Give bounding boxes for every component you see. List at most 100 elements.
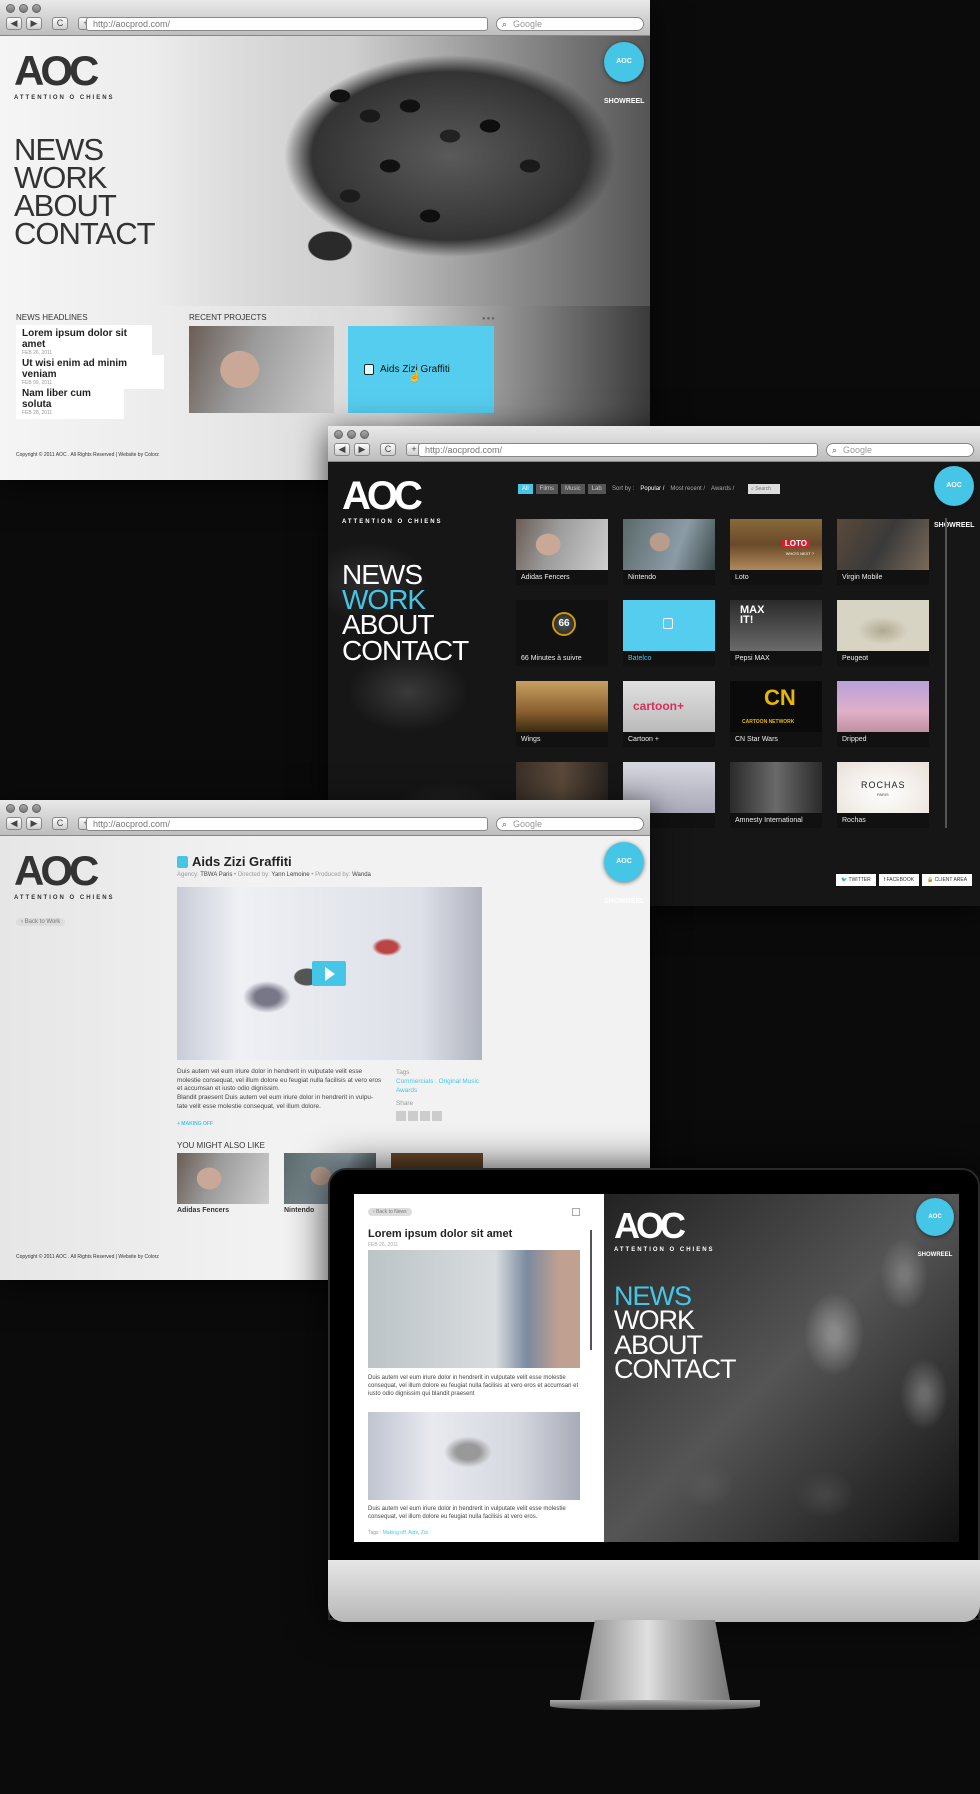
menu-contact[interactable]: CONTACT bbox=[14, 218, 156, 249]
imac-display: ‹ Back to News Lorem ipsum dolor sit ame… bbox=[328, 1168, 980, 1622]
work-item-rochas[interactable]: ROCHAS PARIS Rochas bbox=[837, 762, 929, 828]
work-item-adidas[interactable]: Adidas Fencers bbox=[516, 519, 608, 585]
sixsix-logo: 66 bbox=[552, 612, 576, 636]
filter-music[interactable]: Music bbox=[561, 484, 585, 494]
work-item-cn-star-wars[interactable]: CN CARTOON NETWORK CN Star Wars bbox=[730, 681, 822, 747]
news-item[interactable]: Lorem ipsum dolor sit amet FEB 26, 2011 bbox=[16, 325, 152, 359]
also-thumb bbox=[177, 1153, 269, 1204]
article-image-1 bbox=[368, 1250, 580, 1368]
reload-button[interactable]: C bbox=[52, 17, 68, 30]
item-title: Rochas bbox=[837, 813, 929, 828]
also-item[interactable]: Adidas Fencers bbox=[177, 1153, 269, 1214]
article-date: FEB 26, 2011 bbox=[368, 1242, 399, 1248]
back-to-news-link[interactable]: ‹ Back to News bbox=[368, 1208, 412, 1216]
news-heading: NEWS HEADLINES bbox=[16, 313, 88, 322]
forward-button[interactable]: ▶ bbox=[354, 443, 370, 456]
email-icon[interactable] bbox=[432, 1110, 442, 1121]
browser-toolbar: ◀ ▶ C + http://aocprod.com/ Google bbox=[328, 426, 980, 462]
showreel-sticker[interactable]: AOC SHOWREEL bbox=[934, 466, 974, 529]
sort-popular[interactable]: Popular / bbox=[640, 486, 664, 492]
menu-work[interactable]: WORK bbox=[614, 1307, 736, 1334]
desc-para-2: Blandit praesent Duis autem vel eum iriu… bbox=[177, 1093, 374, 1110]
director-label: Directed by: bbox=[237, 872, 270, 878]
window-controls[interactable] bbox=[6, 4, 41, 13]
carousel-dots[interactable]: ●●● bbox=[482, 316, 496, 322]
work-item-cartoon-plus[interactable]: cartoon+ Cartoon + bbox=[623, 681, 715, 747]
tags-label: Tags bbox=[396, 1069, 410, 1076]
work-item-wings[interactable]: Wings bbox=[516, 681, 608, 747]
project-thumb-adidas[interactable] bbox=[189, 326, 334, 413]
showreel-sticker[interactable]: AOC SHOWREEL bbox=[916, 1198, 954, 1258]
news-item[interactable]: Ut wisi enim ad minim veniam FEB 09, 201… bbox=[16, 355, 164, 389]
menu-about[interactable]: ABOUT bbox=[342, 611, 468, 639]
reload-button[interactable]: C bbox=[52, 817, 68, 830]
twitter-icon[interactable] bbox=[396, 1110, 406, 1121]
filter-all[interactable]: All bbox=[518, 484, 533, 494]
search-field[interactable]: Google bbox=[826, 443, 974, 457]
forward-button[interactable]: ▶ bbox=[26, 817, 42, 830]
project-film-icon bbox=[177, 856, 188, 868]
aoc-logo[interactable]: AOC ATTENTION O CHIENS bbox=[614, 1208, 715, 1254]
play-button[interactable] bbox=[312, 961, 346, 986]
loto-sub: WHO'S NEXT ? bbox=[785, 551, 814, 556]
search-field[interactable]: Google bbox=[496, 17, 644, 31]
work-item-peugeot[interactable]: Peugeot bbox=[837, 600, 929, 666]
item-title: Amnesty International bbox=[730, 813, 822, 828]
tags-links-2[interactable]: Awards bbox=[396, 1087, 479, 1096]
work-item-nintendo[interactable]: Nintendo bbox=[623, 519, 715, 585]
project-title: Aids Zizi Graffiti bbox=[192, 854, 292, 869]
logo-mark: AOC bbox=[14, 47, 99, 94]
tags-links[interactable]: Commercials . Original Music bbox=[396, 1078, 479, 1087]
filter-lab[interactable]: Lab bbox=[587, 484, 606, 494]
cartoon-logo: cartoon+ bbox=[633, 699, 685, 713]
cn-logo: CN bbox=[764, 685, 796, 710]
tags-links[interactable]: Making off, Aids, Zizi bbox=[383, 1530, 429, 1536]
work-item-amnesty[interactable]: Amnesty International bbox=[730, 762, 822, 828]
browser-toolbar: ◀ ▶ C + http://aocprod.com/ Google bbox=[0, 0, 650, 36]
address-bar[interactable]: http://aocprod.com/ bbox=[418, 443, 818, 457]
work-item-dripped[interactable]: Dripped bbox=[837, 681, 929, 747]
logo-mark: AOC bbox=[342, 474, 423, 518]
forward-button[interactable]: ▶ bbox=[26, 17, 42, 30]
article-scrollbar[interactable] bbox=[590, 1230, 592, 1350]
aoc-logo[interactable]: AOC ATTENTION O CHIENS bbox=[342, 476, 443, 525]
client-area-button[interactable]: 🔒 CLIENT AREA bbox=[922, 874, 973, 886]
menu-contact[interactable]: CONTACT bbox=[614, 1355, 736, 1382]
sort-awards[interactable]: Awards / bbox=[711, 486, 734, 492]
showreel-sticker[interactable]: AOC SHOWREEL bbox=[604, 842, 644, 905]
work-item-pepsi[interactable]: MAX IT! Pepsi MAX bbox=[730, 600, 822, 666]
work-item-virgin[interactable]: Virgin Mobile bbox=[837, 519, 929, 585]
filter-films[interactable]: Films bbox=[535, 484, 559, 494]
work-search-input[interactable]: ⌕ Search bbox=[748, 484, 780, 494]
search-field[interactable]: Google bbox=[496, 817, 644, 831]
window-controls[interactable] bbox=[6, 804, 41, 813]
back-button[interactable]: ◀ bbox=[334, 443, 350, 456]
sort-recent[interactable]: Most recent / bbox=[670, 486, 705, 492]
back-button[interactable]: ◀ bbox=[6, 817, 22, 830]
project-thumb-aids[interactable]: Aids Zizi Graffiti ☝ bbox=[348, 326, 494, 413]
aoc-logo[interactable]: AOC ATTENTION O CHIENS bbox=[14, 47, 115, 102]
address-bar[interactable]: http://aocprod.com/ bbox=[86, 817, 488, 831]
work-scrollbar[interactable] bbox=[945, 518, 947, 828]
facebook-icon[interactable] bbox=[408, 1110, 418, 1121]
work-item-loto[interactable]: LOTO WHO'S NEXT ? Loto bbox=[730, 519, 822, 585]
showreel-sticker[interactable]: AOC SHOWREEL bbox=[604, 42, 644, 105]
aoc-logo[interactable]: AOC ATTENTION O CHIENS bbox=[14, 850, 115, 902]
news-item[interactable]: Nam liber cum soluta FEB 28, 2011 bbox=[16, 385, 124, 419]
twitter-button[interactable]: 🐦 TWITTER bbox=[836, 874, 876, 886]
window-controls[interactable] bbox=[334, 430, 369, 439]
facebook-button[interactable]: f FACEBOOK bbox=[878, 874, 920, 886]
rss-icon[interactable] bbox=[572, 1208, 580, 1216]
reload-button[interactable]: C bbox=[380, 443, 396, 456]
work-item-batelco[interactable]: Batelco bbox=[623, 600, 715, 666]
making-of-link[interactable]: + MAKING OFF bbox=[177, 1121, 213, 1127]
link-icon[interactable] bbox=[420, 1110, 430, 1121]
back-button[interactable]: ◀ bbox=[6, 17, 22, 30]
menu-contact[interactable]: CONTACT bbox=[342, 636, 469, 664]
imac-stand-base bbox=[550, 1700, 760, 1710]
back-to-work-link[interactable]: ‹ Back to Work bbox=[16, 918, 66, 926]
video-player[interactable] bbox=[177, 887, 482, 1060]
tags-block: Tags Commercials . Original Music Awards… bbox=[396, 1069, 479, 1121]
address-bar[interactable]: http://aocprod.com/ bbox=[86, 17, 488, 31]
work-item-66-minutes[interactable]: 66 66 Minutes à suivre bbox=[516, 600, 608, 666]
